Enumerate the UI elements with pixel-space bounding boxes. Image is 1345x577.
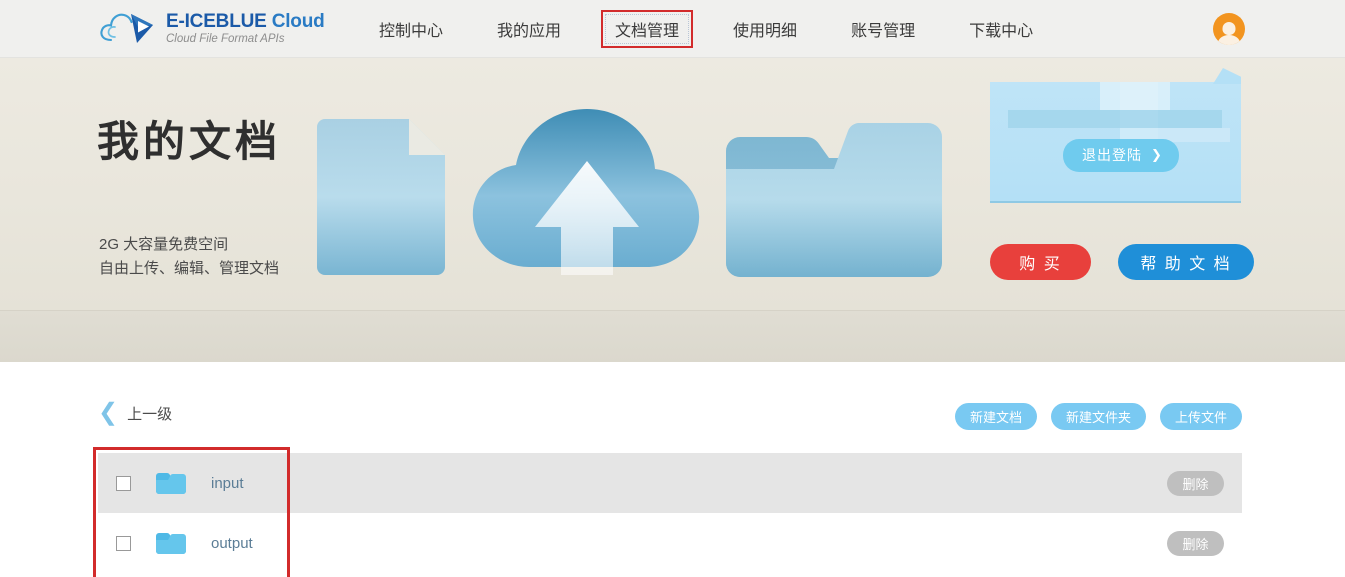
page-root: E-ICEBLUE Cloud Cloud File Format APIs 控… <box>0 0 1345 577</box>
table-row[interactable]: input 删除 <box>98 453 1242 513</box>
new-document-button[interactable]: 新建文档 <box>954 403 1037 430</box>
hero-banner: 我的文档 2G 大容量免费空间 自由上传、编辑、管理文档 退出登陆 ❯ 购 买 … <box>0 58 1345 310</box>
nav-item-download-center[interactable]: 下载中心 <box>955 10 1047 48</box>
logo-text: E-ICEBLUE Cloud Cloud File Format APIs <box>166 10 325 46</box>
toolbar-actions: 新建文档 新建文件夹 上传文件 <box>954 403 1242 430</box>
document-manager-content: ❮ 上一级 新建文档 新建文件夹 上传文件 input 删除 output 删除 <box>0 362 1345 577</box>
page-title: 我的文档 <box>97 118 282 165</box>
nav-item-my-apps[interactable]: 我的应用 <box>483 10 575 48</box>
panel-decoration-1 <box>1008 110 1222 128</box>
user-avatar-icon[interactable] <box>1213 13 1245 45</box>
file-name-link[interactable]: output <box>211 535 253 552</box>
decorative-band <box>0 310 1345 362</box>
row-checkbox[interactable] <box>116 535 131 551</box>
logout-label: 退出登陆 <box>1082 147 1142 163</box>
logo-title: E-ICEBLUE Cloud <box>166 11 325 33</box>
delete-button[interactable]: 删除 <box>1167 470 1224 496</box>
panel-corner-tip <box>1213 68 1241 84</box>
folder-illustration <box>726 123 942 277</box>
hero-subtitle: 2G 大容量免费空间 自由上传、编辑、管理文档 <box>99 233 279 281</box>
site-header: E-ICEBLUE Cloud Cloud File Format APIs 控… <box>0 0 1345 58</box>
nav-item-account-management[interactable]: 账号管理 <box>837 10 929 48</box>
upload-file-button[interactable]: 上传文件 <box>1159 403 1242 430</box>
help-doc-button[interactable]: 帮 助 文 档 <box>1118 244 1254 280</box>
nav-item-control-center[interactable]: 控制中心 <box>365 10 457 48</box>
folder-icon[interactable] <box>156 532 186 555</box>
cloud-play-logo-icon <box>100 13 153 43</box>
delete-button[interactable]: 删除 <box>1167 530 1224 556</box>
up-level-button[interactable]: ❮ 上一级 <box>98 399 173 426</box>
file-list: input 删除 output 删除 <box>98 453 1242 573</box>
site-logo[interactable]: E-ICEBLUE Cloud Cloud File Format APIs <box>97 7 325 49</box>
logo-subtitle: Cloud File Format APIs <box>166 33 285 46</box>
chevron-right-icon: ❯ <box>1151 147 1163 162</box>
buy-button[interactable]: 购 买 <box>990 244 1091 280</box>
table-row[interactable]: output 删除 <box>98 513 1242 573</box>
logout-button[interactable]: 退出登陆 ❯ <box>1063 139 1179 172</box>
hero-subtitle-line1: 2G 大容量免费空间 <box>99 236 229 253</box>
row-checkbox[interactable] <box>116 475 131 491</box>
folder-icon[interactable] <box>156 472 186 495</box>
nav-item-usage-details[interactable]: 使用明细 <box>719 10 811 48</box>
hero-subtitle-line2: 自由上传、编辑、管理文档 <box>99 260 280 277</box>
file-toolbar: ❮ 上一级 新建文档 新建文件夹 上传文件 <box>0 399 1345 436</box>
new-folder-button[interactable]: 新建文件夹 <box>1050 403 1146 430</box>
promo-panel: 退出登陆 ❯ <box>990 68 1241 203</box>
main-navigation: 控制中心 我的应用 文档管理 使用明细 账号管理 下载中心 <box>352 0 1060 58</box>
document-illustration <box>317 119 445 275</box>
up-level-label: 上一级 <box>127 405 173 423</box>
file-name-link[interactable]: input <box>211 475 244 492</box>
panel-decoration-2 <box>1100 82 1170 110</box>
focus-ring <box>605 14 690 44</box>
chevron-left-icon: ❮ <box>98 399 119 426</box>
nav-item-document-management[interactable]: 文档管理 <box>601 10 694 48</box>
cta-button-row: 购 买 帮 助 文 档 <box>990 244 1254 280</box>
cloud-upload-illustration <box>472 109 700 275</box>
